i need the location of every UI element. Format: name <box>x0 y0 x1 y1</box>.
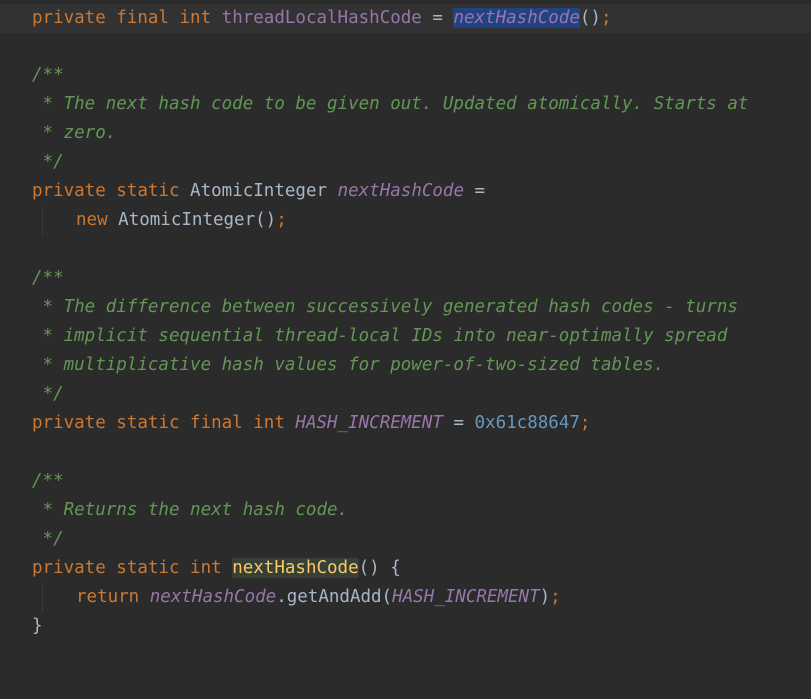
doc-comment: /** <box>32 471 64 491</box>
operator-token: = <box>464 181 486 201</box>
paren-token: ) <box>539 587 551 607</box>
code-line[interactable]: * implicit sequential thread-local IDs i… <box>0 322 811 351</box>
doc-comment: /** <box>32 268 64 288</box>
code-line[interactable]: */ <box>0 380 811 409</box>
static-field-token: nextHashCode <box>149 587 277 607</box>
doc-comment: * multiplicative hash values for power-o… <box>32 355 665 375</box>
static-field-token: HASH_INCREMENT <box>295 413 443 433</box>
code-line[interactable]: new AtomicInteger(); <box>0 206 811 235</box>
code-line[interactable]: * Returns the next hash code. <box>0 496 811 525</box>
doc-comment: * implicit sequential thread-local IDs i… <box>32 326 728 346</box>
doc-comment: * Returns the next hash code. <box>32 500 349 520</box>
semicolon-token: ; <box>550 587 561 607</box>
paren-token: () <box>579 8 601 28</box>
number-literal: 0x61c88647 <box>474 413 580 433</box>
static-field-token: nextHashCode <box>337 181 464 201</box>
paren-brace-token: () { <box>358 558 401 578</box>
operator-token: = <box>421 8 454 28</box>
method-call-token: .getAndAdd( <box>276 587 393 607</box>
code-line[interactable]: * zero. <box>0 119 811 148</box>
keyword-token: return <box>76 587 150 607</box>
code-line[interactable]: return nextHashCode.getAndAdd(HASH_INCRE… <box>0 583 811 612</box>
code-line[interactable]: * multiplicative hash values for power-o… <box>0 351 811 380</box>
doc-comment: /** <box>32 65 64 85</box>
doc-comment: */ <box>32 152 64 172</box>
code-line[interactable]: /** <box>0 467 811 496</box>
code-line[interactable]: /** <box>0 264 811 293</box>
type-token: AtomicInteger <box>190 181 338 201</box>
code-line[interactable]: private final int threadLocalHashCode = … <box>0 4 811 33</box>
doc-comment: * The next hash code to be given out. Up… <box>32 94 749 114</box>
keyword-token: new <box>76 210 119 230</box>
code-line[interactable]: } <box>0 612 811 641</box>
keyword-token: private static final int <box>32 413 296 433</box>
semicolon-token: ; <box>600 8 612 28</box>
constructor-token: AtomicInteger() <box>118 210 277 230</box>
doc-comment: * The difference between successively ge… <box>32 297 738 317</box>
code-line[interactable]: */ <box>0 525 811 554</box>
field-token: threadLocalHashCode <box>221 8 422 28</box>
doc-comment: * zero. <box>32 123 117 143</box>
code-line[interactable]: private static int nextHashCode() { <box>0 554 811 583</box>
code-line[interactable]: private static final int HASH_INCREMENT … <box>0 409 811 438</box>
doc-comment: */ <box>32 529 64 549</box>
code-line[interactable]: */ <box>0 148 811 177</box>
code-line[interactable]: * The next hash code to be given out. Up… <box>0 90 811 119</box>
closing-brace: } <box>32 616 43 636</box>
semicolon-token: ; <box>276 210 287 230</box>
selected-method-call[interactable]: nextHashCode <box>453 8 580 28</box>
keyword-token: private static <box>32 181 191 201</box>
code-editor[interactable]: private final int threadLocalHashCode = … <box>0 0 811 644</box>
keyword-token: private static int <box>32 558 233 578</box>
code-line[interactable]: * The difference between successively ge… <box>0 293 811 322</box>
static-field-token: HASH_INCREMENT <box>392 587 540 607</box>
code-line[interactable]: /** <box>0 61 811 90</box>
semicolon-token: ; <box>579 413 591 433</box>
method-declaration-name[interactable]: nextHashCode <box>232 558 359 578</box>
keyword-token: private final int <box>32 8 222 28</box>
code-line[interactable]: private static AtomicInteger nextHashCod… <box>0 177 811 206</box>
doc-comment: */ <box>32 384 64 404</box>
operator-token: = <box>442 413 475 433</box>
